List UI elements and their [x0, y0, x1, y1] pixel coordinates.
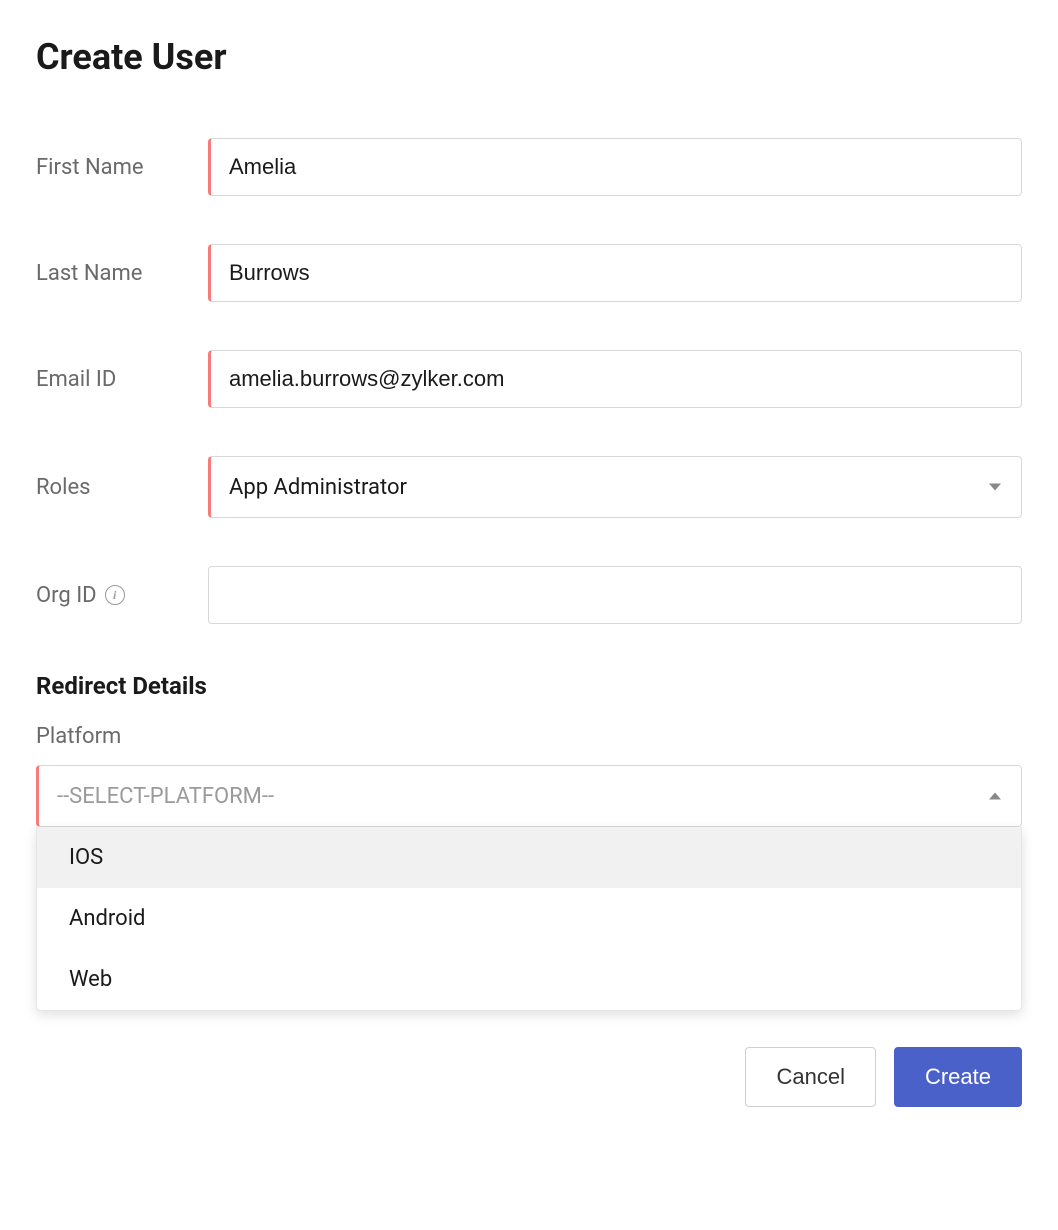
create-button[interactable]: Create: [894, 1047, 1022, 1107]
first-name-row: First Name: [36, 138, 1022, 196]
platform-label: Platform: [36, 724, 1022, 749]
email-id-row: Email ID: [36, 350, 1022, 408]
platform-option-ios[interactable]: IOS: [37, 827, 1021, 888]
info-icon[interactable]: i: [105, 585, 125, 605]
org-id-input[interactable]: [208, 566, 1022, 624]
last-name-row: Last Name: [36, 244, 1022, 302]
roles-selected-value: App Administrator: [229, 475, 407, 500]
last-name-label: Last Name: [36, 261, 208, 286]
org-id-label-text: Org ID: [36, 583, 97, 608]
org-id-label: Org ID i: [36, 583, 208, 608]
first-name-input[interactable]: [208, 138, 1022, 196]
platform-option-android[interactable]: Android: [37, 888, 1021, 949]
roles-select[interactable]: App Administrator: [208, 456, 1022, 518]
page-title: Create User: [36, 36, 1022, 78]
email-id-label: Email ID: [36, 367, 208, 392]
roles-label: Roles: [36, 475, 208, 500]
last-name-input[interactable]: [208, 244, 1022, 302]
platform-option-web[interactable]: Web: [37, 949, 1021, 1010]
platform-select-wrap: --SELECT-PLATFORM-- IOS Android Web: [36, 765, 1022, 827]
org-id-row: Org ID i: [36, 566, 1022, 624]
cancel-button[interactable]: Cancel: [745, 1047, 875, 1107]
roles-row: Roles App Administrator: [36, 456, 1022, 518]
button-row: Cancel Create: [36, 1047, 1022, 1107]
platform-dropdown-menu: IOS Android Web: [36, 827, 1022, 1011]
redirect-details-heading: Redirect Details: [36, 672, 1022, 700]
first-name-label: First Name: [36, 155, 208, 180]
email-id-input[interactable]: [208, 350, 1022, 408]
platform-select[interactable]: --SELECT-PLATFORM--: [36, 765, 1022, 827]
chevron-up-icon: [989, 793, 1001, 800]
chevron-down-icon: [989, 484, 1001, 491]
platform-placeholder: --SELECT-PLATFORM--: [57, 784, 274, 809]
